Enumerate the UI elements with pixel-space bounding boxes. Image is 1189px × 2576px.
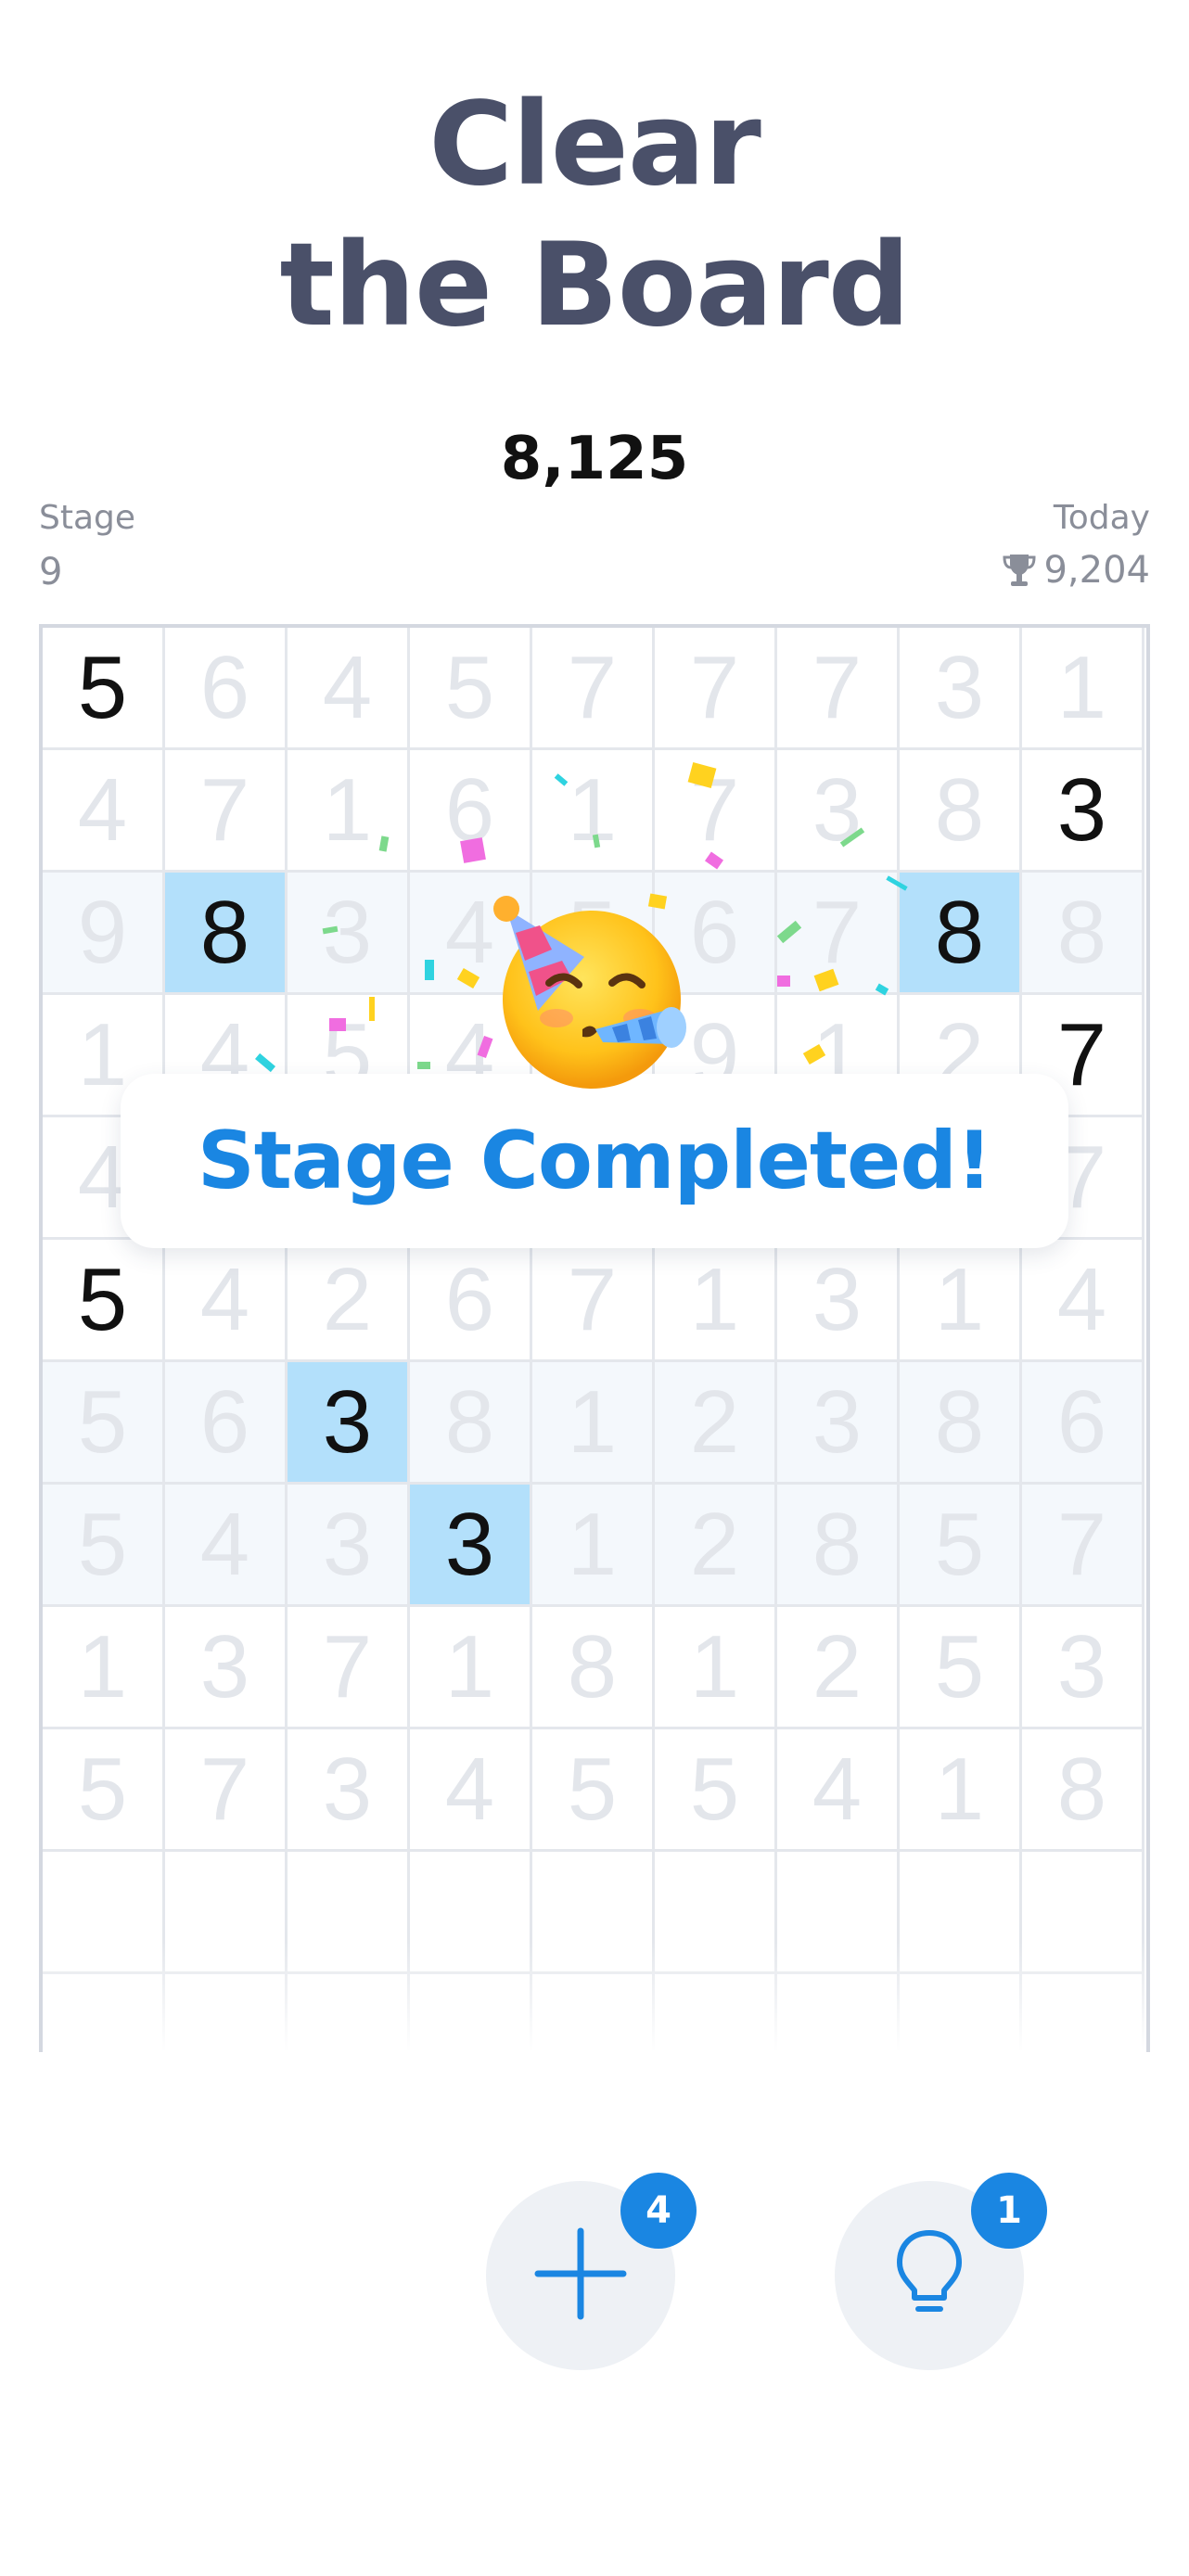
stage-label: Stage bbox=[39, 499, 136, 537]
grid-cell[interactable]: 1 bbox=[900, 1240, 1022, 1362]
banner-text: Stage Completed! bbox=[197, 1115, 992, 1207]
board-fade bbox=[43, 1941, 1146, 2052]
grid-cell[interactable]: 2 bbox=[288, 1240, 410, 1362]
grid-cell[interactable]: 1 bbox=[1022, 628, 1144, 750]
confetti-piece bbox=[777, 976, 790, 987]
current-score: 8,125 bbox=[500, 425, 689, 493]
plus-icon bbox=[532, 2225, 629, 2326]
grid-cell[interactable]: 1 bbox=[43, 1607, 165, 1729]
grid-cell[interactable]: 8 bbox=[900, 750, 1022, 873]
grid-cell[interactable]: 1 bbox=[655, 1240, 777, 1362]
grid-cell[interactable]: 6 bbox=[1022, 1362, 1144, 1485]
grid-cell[interactable]: 5 bbox=[43, 1362, 165, 1485]
grid-cell[interactable]: 3 bbox=[288, 1362, 410, 1485]
grid-cell[interactable]: 4 bbox=[410, 1729, 532, 1852]
grid-cell[interactable]: 5 bbox=[43, 1240, 165, 1362]
grid-cell[interactable]: 6 bbox=[165, 1362, 288, 1485]
grid-cell[interactable]: 3 bbox=[288, 873, 410, 995]
grid-cell[interactable]: 7 bbox=[777, 873, 900, 995]
grid-cell[interactable]: 2 bbox=[777, 1607, 900, 1729]
grid-cell[interactable]: 5 bbox=[532, 1729, 655, 1852]
grid-cell[interactable]: 3 bbox=[288, 1729, 410, 1852]
title-line-1: Clear bbox=[428, 78, 761, 211]
grid-cell[interactable]: 7 bbox=[288, 1607, 410, 1729]
grid-cell[interactable]: 1 bbox=[900, 1729, 1022, 1852]
grid-cell[interactable]: 2 bbox=[655, 1485, 777, 1607]
grid-cell[interactable]: 7 bbox=[777, 628, 900, 750]
grid-cell[interactable]: 5 bbox=[43, 1729, 165, 1852]
grid-cell[interactable]: 5 bbox=[900, 1485, 1022, 1607]
grid-cell[interactable]: 6 bbox=[165, 628, 288, 750]
today-label: Today bbox=[1053, 499, 1150, 537]
title-line-2: the Board bbox=[279, 219, 910, 352]
grid-cell[interactable]: 5 bbox=[655, 1729, 777, 1852]
game-title: Clear the Board bbox=[0, 74, 1189, 356]
grid-cell[interactable]: 4 bbox=[165, 1240, 288, 1362]
confetti-piece bbox=[425, 960, 434, 980]
grid-cell[interactable]: 7 bbox=[165, 1729, 288, 1852]
grid-cell[interactable]: 4 bbox=[1022, 1240, 1144, 1362]
grid-cell[interactable]: 3 bbox=[165, 1607, 288, 1729]
stage-value: 9 bbox=[39, 551, 63, 593]
grid-cell[interactable]: 4 bbox=[43, 750, 165, 873]
grid-cell[interactable]: 4 bbox=[777, 1729, 900, 1852]
grid-cell[interactable]: 5 bbox=[900, 1607, 1022, 1729]
grid-cell[interactable]: 7 bbox=[532, 628, 655, 750]
grid-cell[interactable]: 7 bbox=[1022, 1485, 1144, 1607]
confetti-piece bbox=[417, 1062, 430, 1069]
confetti-piece bbox=[460, 837, 486, 863]
grid-cell[interactable]: 8 bbox=[410, 1362, 532, 1485]
grid-cell[interactable]: 3 bbox=[288, 1485, 410, 1607]
grid-cell[interactable]: 3 bbox=[900, 628, 1022, 750]
confetti-piece bbox=[369, 997, 375, 1021]
grid-cell[interactable]: 4 bbox=[288, 628, 410, 750]
grid-cell[interactable]: 9 bbox=[43, 873, 165, 995]
grid-cell[interactable]: 1 bbox=[410, 1607, 532, 1729]
grid-cell[interactable]: 3 bbox=[410, 1485, 532, 1607]
grid-cell[interactable]: 1 bbox=[655, 1607, 777, 1729]
grid-cell[interactable]: 8 bbox=[777, 1485, 900, 1607]
hint-count-badge: 1 bbox=[971, 2173, 1047, 2249]
grid-cell[interactable]: 5 bbox=[43, 628, 165, 750]
confetti-piece bbox=[329, 1018, 346, 1031]
grid-cell[interactable]: 8 bbox=[165, 873, 288, 995]
grid-cell[interactable]: 7 bbox=[532, 1240, 655, 1362]
grid-cell[interactable]: 6 bbox=[410, 1240, 532, 1362]
grid-cell[interactable]: 1 bbox=[532, 1485, 655, 1607]
grid-cell[interactable]: 7 bbox=[655, 628, 777, 750]
grid-cell[interactable]: 3 bbox=[1022, 1607, 1144, 1729]
grid-cell[interactable]: 3 bbox=[777, 1240, 900, 1362]
lightbulb-icon bbox=[892, 2227, 966, 2324]
grid-cell[interactable]: 1 bbox=[288, 750, 410, 873]
grid-cell[interactable]: 3 bbox=[777, 750, 900, 873]
stage-completed-banner: Stage Completed! bbox=[121, 1074, 1068, 1248]
today-best: 9,204 bbox=[1003, 549, 1150, 592]
grid-cell[interactable]: 1 bbox=[532, 750, 655, 873]
party-face-emoji bbox=[482, 872, 705, 1094]
grid-cell[interactable]: 2 bbox=[655, 1362, 777, 1485]
trophy-icon bbox=[1003, 553, 1036, 588]
today-best-value: 9,204 bbox=[1043, 549, 1150, 592]
add-count-badge: 4 bbox=[620, 2173, 697, 2249]
grid-cell[interactable]: 3 bbox=[1022, 750, 1144, 873]
grid-cell[interactable]: 8 bbox=[900, 873, 1022, 995]
grid-cell[interactable]: 8 bbox=[1022, 873, 1144, 995]
grid-cell[interactable]: 3 bbox=[777, 1362, 900, 1485]
grid-cell[interactable]: 7 bbox=[165, 750, 288, 873]
grid-cell[interactable]: 8 bbox=[1022, 1729, 1144, 1852]
grid-cell[interactable]: 8 bbox=[900, 1362, 1022, 1485]
grid-cell[interactable]: 4 bbox=[165, 1485, 288, 1607]
grid-cell[interactable]: 5 bbox=[43, 1485, 165, 1607]
grid-cell[interactable]: 8 bbox=[532, 1607, 655, 1729]
grid-cell[interactable]: 1 bbox=[532, 1362, 655, 1485]
grid-cell[interactable]: 5 bbox=[410, 628, 532, 750]
